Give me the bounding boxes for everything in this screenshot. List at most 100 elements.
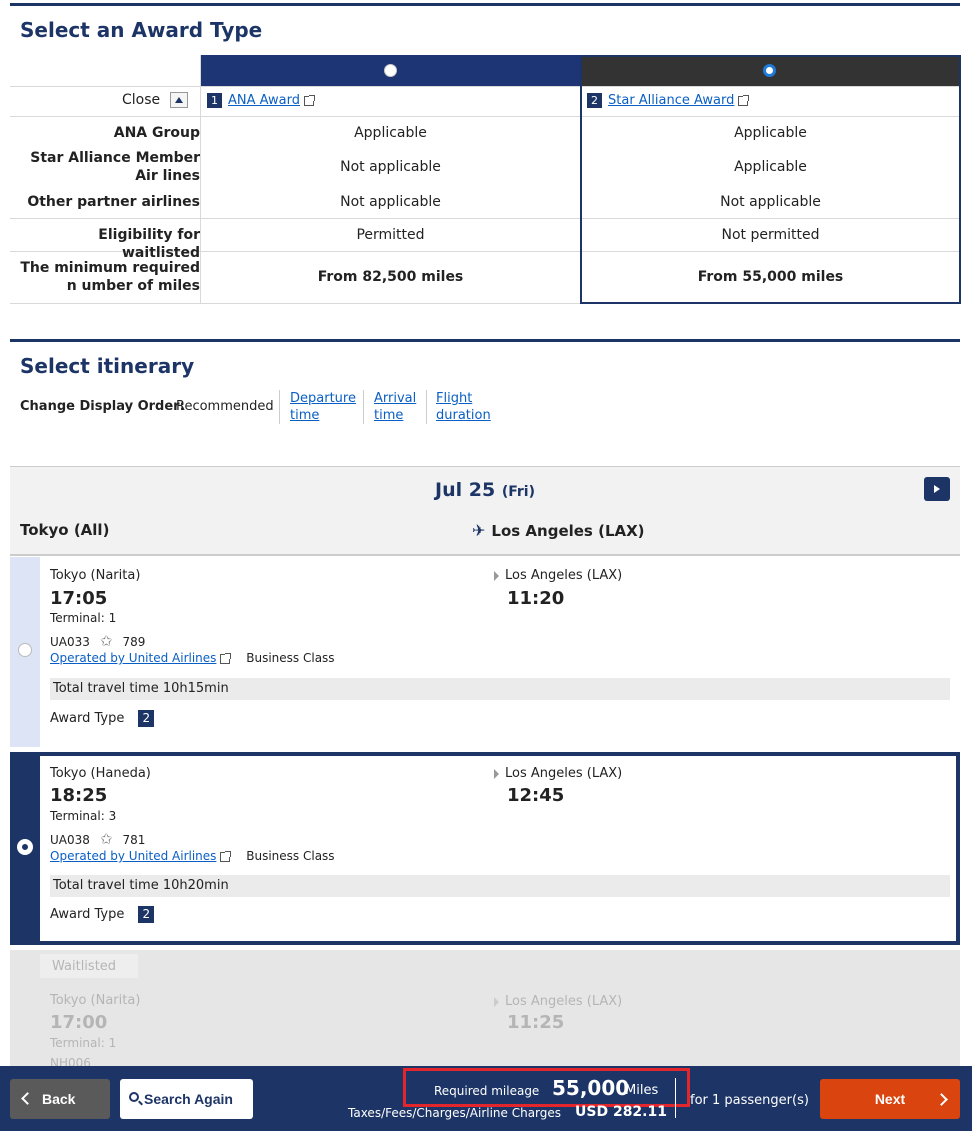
sort-arrival-time[interactable]: Arrival time bbox=[374, 390, 424, 424]
operator-row: Operated by United Airlines Business Cla… bbox=[50, 651, 335, 665]
route-destination-wrap: ✈ Los Angeles (LAX) bbox=[472, 521, 645, 540]
passenger-count: for 1 passenger(s) bbox=[690, 1093, 809, 1108]
divider bbox=[200, 55, 201, 304]
dep-city: Tokyo (Narita) bbox=[50, 993, 141, 1008]
aircraft-type: 789 bbox=[122, 635, 146, 649]
sort-flight-duration[interactable]: Flight duration bbox=[436, 390, 496, 424]
taxes-value: USD 282.11 bbox=[575, 1104, 667, 1120]
arr-time: 11:20 bbox=[507, 588, 565, 609]
dep-time: 17:00 bbox=[50, 1012, 108, 1033]
award-type-badge: 2 bbox=[138, 906, 155, 923]
award-type-row: Award Type 2 bbox=[50, 906, 155, 923]
flight-radio-1[interactable] bbox=[18, 643, 32, 657]
award1-number-badge: 1 bbox=[207, 93, 222, 108]
itinerary-section-title: Select itinerary bbox=[20, 354, 195, 378]
dep-city: Tokyo (Haneda) bbox=[50, 766, 151, 781]
divider bbox=[279, 390, 280, 424]
cabin-class: Business Class bbox=[246, 651, 335, 665]
required-mileage-label: Required mileage bbox=[434, 1084, 540, 1098]
external-link-icon bbox=[303, 94, 315, 106]
arr-time: 11:25 bbox=[507, 1012, 565, 1033]
award1-link[interactable]: ANA Award bbox=[228, 93, 300, 108]
arr-city-row: Los Angeles (LAX) bbox=[494, 766, 622, 781]
section-rule bbox=[10, 3, 960, 6]
row-label-other-partners: Other partner airlines bbox=[27, 194, 200, 210]
row-label-ana-group: ANA Group bbox=[113, 125, 200, 141]
award1-option[interactable]: 1 ANA Award bbox=[207, 93, 315, 108]
arr-time: 12:45 bbox=[507, 785, 565, 806]
award1-other-partners: Not applicable bbox=[340, 194, 441, 210]
operator-link[interactable]: Operated by United Airlines bbox=[50, 651, 216, 665]
waitlisted-tag: Waitlisted bbox=[40, 954, 138, 978]
award-comparison-table: Close 1 ANA Award 2 Star Alliance Award AN… bbox=[10, 55, 961, 304]
section-rule bbox=[10, 339, 960, 342]
route-origin: Tokyo (All) bbox=[20, 521, 110, 539]
divider bbox=[363, 390, 364, 424]
arr-city: Los Angeles (LAX) bbox=[505, 766, 623, 781]
dep-city: Tokyo (Narita) bbox=[50, 568, 141, 583]
close-label: Close bbox=[122, 92, 161, 108]
star-alliance-icon: ✩ bbox=[99, 632, 113, 650]
flight-option-1[interactable]: Tokyo (Narita) 17:05 Terminal: 1 UA033 ✩ 7… bbox=[10, 557, 960, 747]
back-button[interactable]: Back bbox=[10, 1079, 110, 1119]
external-link-icon bbox=[220, 850, 232, 862]
dep-time: 17:05 bbox=[50, 588, 108, 609]
award1-radio[interactable] bbox=[384, 64, 397, 77]
route-destination: Los Angeles (LAX) bbox=[491, 522, 645, 540]
required-mileage-value: 55,000 bbox=[552, 1076, 630, 1100]
terminal: Terminal: 3 bbox=[50, 809, 117, 823]
sort-departure-time[interactable]: Departure time bbox=[290, 390, 360, 424]
award-section-title: Select an Award Type bbox=[20, 18, 263, 42]
terminal: Terminal: 1 bbox=[50, 1036, 117, 1050]
flight-number: NH006 bbox=[50, 1056, 91, 1066]
cabin-class: Business Class bbox=[246, 849, 335, 863]
arr-city-row: Los Angeles (LAX) bbox=[494, 994, 622, 1009]
close-toggle-button[interactable] bbox=[170, 92, 188, 108]
flight-radio-2[interactable] bbox=[18, 840, 32, 854]
selected-award-outline bbox=[580, 55, 961, 304]
operator-row: Operated by United Airlines Business Cla… bbox=[50, 849, 335, 863]
flight-option-2[interactable]: Tokyo (Haneda) 18:25 Terminal: 3 UA038 ✩ 7… bbox=[10, 752, 960, 945]
next-button[interactable]: Next bbox=[820, 1079, 960, 1119]
divider bbox=[675, 1078, 676, 1118]
flight-number: UA038 bbox=[50, 833, 90, 847]
taxes-label: Taxes/Fees/Charges/Airline Charges bbox=[348, 1106, 562, 1120]
search-again-label: Search Again bbox=[144, 1091, 233, 1107]
airplane-icon: ✈ bbox=[472, 521, 486, 540]
flight-number-row: UA038 ✩ 781 bbox=[50, 830, 145, 848]
award-type-badge: 2 bbox=[138, 710, 155, 727]
total-travel-time: Total travel time 10h15min bbox=[50, 678, 950, 700]
divider bbox=[10, 303, 580, 304]
row-label-waitlist: Eligibility for waitlisted bbox=[98, 227, 200, 261]
arr-city: Los Angeles (LAX) bbox=[505, 568, 623, 583]
flight-body: Tokyo (Haneda) 18:25 Terminal: 3 UA038 ✩ 7… bbox=[40, 756, 956, 941]
arrow-right-icon bbox=[494, 570, 499, 581]
search-icon bbox=[129, 1092, 139, 1102]
day-of-week: (Fri) bbox=[501, 484, 535, 500]
next-day-button[interactable] bbox=[924, 477, 950, 501]
award-type-label: Award Type bbox=[50, 711, 125, 726]
search-again-button[interactable]: Search Again bbox=[120, 1079, 253, 1119]
operator-link[interactable]: Operated by United Airlines bbox=[50, 849, 216, 863]
flight-date: Jul 25 (Fri) bbox=[10, 479, 960, 501]
footer-bar: Back Search Again Required mileage 55,00… bbox=[0, 1066, 972, 1131]
miles-unit: Miles bbox=[625, 1083, 659, 1098]
award1-header bbox=[201, 55, 580, 86]
external-link-icon bbox=[220, 652, 232, 664]
date-value: Jul 25 bbox=[435, 479, 496, 501]
arrow-right-icon bbox=[494, 996, 499, 1007]
award1-star-alliance: Not applicable bbox=[340, 159, 441, 175]
star-alliance-icon: ✩ bbox=[99, 830, 113, 848]
display-order-label: Change Display Order: bbox=[20, 399, 185, 414]
dep-time: 18:25 bbox=[50, 785, 108, 806]
terminal: Terminal: 1 bbox=[50, 611, 117, 625]
aircraft-type: 781 bbox=[122, 833, 146, 847]
award-type-row: Award Type 2 bbox=[50, 710, 155, 727]
flight-number: UA033 bbox=[50, 635, 90, 649]
flight-number-row: UA033 ✩ 789 bbox=[50, 632, 145, 650]
arr-city-row: Los Angeles (LAX) bbox=[494, 568, 622, 583]
row-label-star-alliance: Star Alliance Member Air lines bbox=[30, 150, 200, 184]
divider bbox=[426, 390, 427, 424]
arrow-right-icon bbox=[494, 768, 499, 779]
flight-body: Waitlisted Tokyo (Narita) 17:00 Terminal… bbox=[40, 950, 960, 1066]
